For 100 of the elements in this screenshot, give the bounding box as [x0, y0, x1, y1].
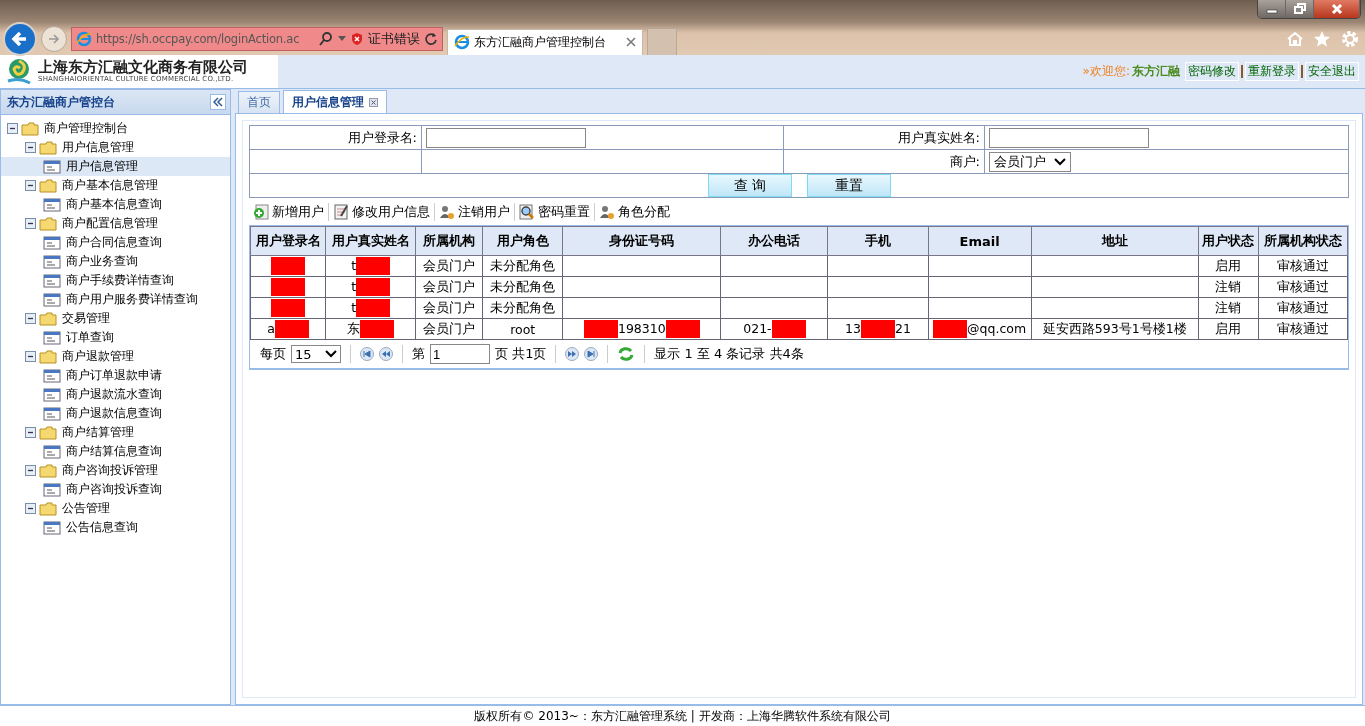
tree-item[interactable]: 商户咨询投诉查询	[1, 480, 230, 499]
collapse-toggle-icon[interactable]	[7, 123, 18, 134]
toolbar-button[interactable]: 新增用户	[249, 202, 328, 221]
user-lock-icon	[439, 203, 455, 220]
column-header[interactable]: 地址	[1031, 226, 1199, 256]
page-size-select[interactable]: 15	[291, 345, 341, 363]
table-cell: 未分配角色	[482, 276, 563, 298]
real-name-field[interactable]	[989, 127, 1149, 148]
tree-item[interactable]: 商户结算信息查询	[1, 442, 230, 461]
collapse-toggle-icon[interactable]	[25, 503, 36, 514]
toolbar-button[interactable]: 角色分配	[595, 202, 674, 221]
collapse-toggle-icon[interactable]	[25, 313, 36, 324]
toolbar-button[interactable]: 修改用户信息	[329, 202, 434, 221]
tab-close-icon[interactable]	[369, 97, 378, 107]
tree-item[interactable]: 商户退款信息查询	[1, 404, 230, 423]
column-header[interactable]: 办公电话	[720, 226, 828, 256]
form-button[interactable]: 查 询	[708, 174, 792, 197]
tree-folder[interactable]: 商户结算管理	[1, 423, 230, 442]
tree-folder[interactable]: 公告管理	[1, 499, 230, 518]
tree-folder[interactable]: 交易管理	[1, 309, 230, 328]
search-icon[interactable]	[318, 30, 334, 47]
tree-folder[interactable]: 用户信息管理	[1, 138, 230, 157]
tree-item[interactable]: 商户合同信息查询	[1, 233, 230, 252]
table-cell: t	[325, 276, 416, 298]
tree-folder[interactable]: 商户配置信息管理	[1, 214, 230, 233]
browser-tab[interactable]: 东方汇融商户管理控制台	[447, 28, 643, 55]
back-button[interactable]	[3, 21, 37, 56]
column-header[interactable]: 所属机构状态	[1258, 226, 1348, 256]
toolbar-button[interactable]: 注销用户	[435, 202, 514, 221]
folder-icon	[39, 311, 57, 326]
tree-item[interactable]: 商户用户服务费详情查询	[1, 290, 230, 309]
table-cell: root	[482, 318, 563, 340]
dropdown-caret-icon[interactable]	[338, 35, 346, 42]
table-cell: 审核通过	[1258, 255, 1348, 277]
tree-item[interactable]: 订单查询	[1, 328, 230, 347]
collapse-toggle-icon[interactable]	[25, 180, 36, 191]
refresh-icon[interactable]	[617, 346, 636, 362]
column-header[interactable]: 用户真实姓名	[325, 226, 416, 256]
refresh-icon[interactable]	[424, 31, 438, 46]
page-icon	[43, 387, 61, 402]
tab[interactable]: 首页	[238, 91, 280, 113]
tree-item[interactable]: 商户手续费详情查询	[1, 271, 230, 290]
browser-logo-icon	[76, 30, 92, 47]
next-page-icon[interactable]	[565, 347, 580, 361]
page-icon	[43, 254, 61, 269]
collapse-button[interactable]	[210, 94, 226, 110]
magnifier-icon	[519, 203, 535, 220]
page-icon	[43, 330, 61, 345]
table-cell: 未分配角色	[482, 297, 563, 319]
restore-button[interactable]	[1286, 0, 1314, 18]
last-page-icon[interactable]	[584, 347, 599, 361]
column-header[interactable]: 用户角色	[482, 226, 563, 256]
form-label: 用户真实姓名:	[783, 125, 985, 150]
close-button[interactable]	[1314, 0, 1360, 18]
column-header[interactable]: 所属机构	[415, 226, 483, 256]
page-icon	[43, 444, 61, 459]
address-bar[interactable]: https://sh.occpay.com/loginAction.ac 证书错误	[71, 26, 443, 51]
collapse-toggle-icon[interactable]	[25, 465, 36, 476]
tree-item[interactable]: 商户基本信息查询	[1, 195, 230, 214]
collapse-toggle-icon[interactable]	[25, 427, 36, 438]
header-link[interactable]: 密码修改	[1185, 62, 1239, 81]
first-page-icon[interactable]	[360, 347, 374, 361]
column-header[interactable]: 用户状态	[1198, 226, 1259, 256]
table-cell: 021-	[720, 318, 828, 340]
company-name: 上海东方汇融文化商务有限公司	[38, 59, 248, 76]
form-label: 商户:	[783, 149, 985, 174]
table-cell: 延安西路593号1号楼1楼	[1031, 318, 1199, 340]
tree-folder[interactable]: 商户基本信息管理	[1, 176, 230, 195]
column-header[interactable]: 身份证号码	[562, 226, 721, 256]
minimize-button[interactable]	[1258, 0, 1286, 18]
tree-item[interactable]: 公告信息查询	[1, 518, 230, 537]
table-cell: 会员门户	[415, 318, 483, 340]
tree-item[interactable]: 商户退款流水查询	[1, 385, 230, 404]
page-icon	[43, 520, 61, 535]
tab-close-icon[interactable]	[626, 37, 636, 47]
merchant-select[interactable]: 会员门户	[989, 151, 1071, 172]
previous-page-icon[interactable]	[379, 347, 393, 361]
tab[interactable]: 用户信息管理	[283, 90, 387, 113]
table-cell: 注销	[1198, 297, 1259, 319]
tree-folder[interactable]: 商户咨询投诉管理	[1, 461, 230, 480]
column-header[interactable]: Email	[928, 226, 1032, 256]
login-name-field[interactable]	[426, 127, 586, 148]
page-number-field[interactable]: 1	[430, 344, 490, 364]
dropdown-caret-icon	[325, 350, 337, 358]
tree-item[interactable]: 商户订单退款申请	[1, 366, 230, 385]
column-header[interactable]: 用户登录名	[250, 226, 326, 256]
certificate-error-text[interactable]: 证书错误	[368, 29, 420, 48]
star-icon[interactable]	[1313, 29, 1331, 48]
column-header[interactable]: 手机	[828, 226, 929, 256]
collapse-toggle-icon[interactable]	[25, 142, 36, 153]
tree-folder[interactable]: 商户管理控制台	[1, 119, 230, 138]
collapse-toggle-icon[interactable]	[25, 351, 36, 362]
header-link[interactable]: 重新登录	[1245, 62, 1299, 81]
collapse-toggle-icon[interactable]	[25, 218, 36, 229]
header-link[interactable]: 安全退出	[1305, 62, 1359, 81]
form-button[interactable]: 重置	[807, 174, 891, 197]
tree-folder[interactable]: 商户退款管理	[1, 347, 230, 366]
tree-item[interactable]: 用户信息管理	[1, 157, 230, 176]
tree-item[interactable]: 商户业务查询	[1, 252, 230, 271]
toolbar-button[interactable]: 密码重置	[515, 202, 594, 221]
